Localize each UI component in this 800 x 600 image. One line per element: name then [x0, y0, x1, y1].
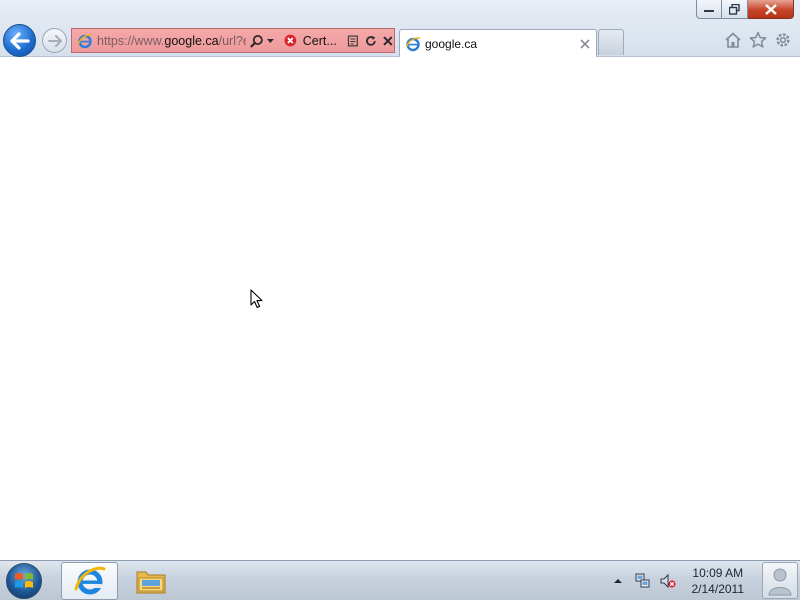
- mouse-cursor-icon: [250, 289, 263, 309]
- folder-icon: [136, 571, 165, 594]
- notification-area: 10:09 AM 2/14/2011: [601, 561, 745, 600]
- window-controls: [696, 0, 794, 20]
- ie-favicon: [405, 36, 421, 51]
- clock-time: 10:09 AM: [692, 566, 744, 580]
- taskbar-internet-explorer[interactable]: [61, 562, 118, 600]
- dropdown-icon[interactable]: [266, 36, 275, 45]
- show-hidden-icons[interactable]: [610, 573, 626, 589]
- restore-icon: [729, 3, 740, 15]
- url-prefix: https://www.: [97, 33, 165, 48]
- tab-title: google.ca: [425, 36, 478, 51]
- back-button[interactable]: [3, 24, 36, 57]
- address-bar[interactable]: https://www.google.ca/url?es Cert...: [71, 28, 395, 53]
- ie-favicon: [77, 33, 93, 48]
- forward-icon: [47, 34, 62, 47]
- minimize-button[interactable]: [696, 0, 722, 19]
- new-tab-button[interactable]: [598, 29, 624, 55]
- stop-icon[interactable]: [382, 35, 394, 47]
- taskbar-windows-explorer[interactable]: [122, 562, 179, 600]
- clock-date: 2/14/2011: [691, 582, 745, 596]
- restore-button[interactable]: [722, 0, 748, 19]
- compat-view-icon[interactable]: [347, 35, 359, 47]
- close-window-button[interactable]: [748, 0, 794, 19]
- start-button[interactable]: [6, 563, 42, 599]
- user-icon: [768, 568, 792, 595]
- browser-chrome: https://www.google.ca/url?es Cert... goo…: [0, 0, 800, 57]
- close-icon: [764, 3, 777, 15]
- url-domain: google.ca: [164, 33, 219, 48]
- address-url[interactable]: https://www.google.ca/url?es: [97, 34, 246, 48]
- url-suffix: /url?es: [218, 33, 246, 48]
- minimize-icon: [704, 10, 714, 12]
- network-icon[interactable]: [635, 573, 651, 589]
- tools-icon[interactable]: [774, 31, 792, 49]
- desktop-screen: https://www.google.ca/url?es Cert... goo…: [0, 0, 800, 600]
- tab-google[interactable]: google.ca: [399, 29, 597, 57]
- internet-explorer-icon: [74, 566, 105, 595]
- home-icon[interactable]: [724, 31, 742, 49]
- search-icon[interactable]: [249, 34, 264, 48]
- certificate-error-icon[interactable]: [284, 34, 297, 47]
- windows-logo-icon: [15, 573, 33, 588]
- system-clock[interactable]: 10:09 AM 2/14/2011: [692, 565, 745, 597]
- show-desktop-user-tile[interactable]: [762, 562, 798, 599]
- favorites-icon[interactable]: [749, 31, 767, 49]
- volume-muted-icon[interactable]: [660, 573, 676, 589]
- refresh-icon[interactable]: [365, 35, 377, 47]
- taskbar: 10:09 AM 2/14/2011: [0, 560, 800, 600]
- certificate-error-label[interactable]: Cert...: [303, 34, 337, 48]
- command-icons: [724, 31, 792, 49]
- page-content[interactable]: [0, 57, 800, 560]
- back-icon: [9, 31, 30, 50]
- close-tab-icon[interactable]: [580, 38, 590, 49]
- forward-button[interactable]: [42, 28, 67, 53]
